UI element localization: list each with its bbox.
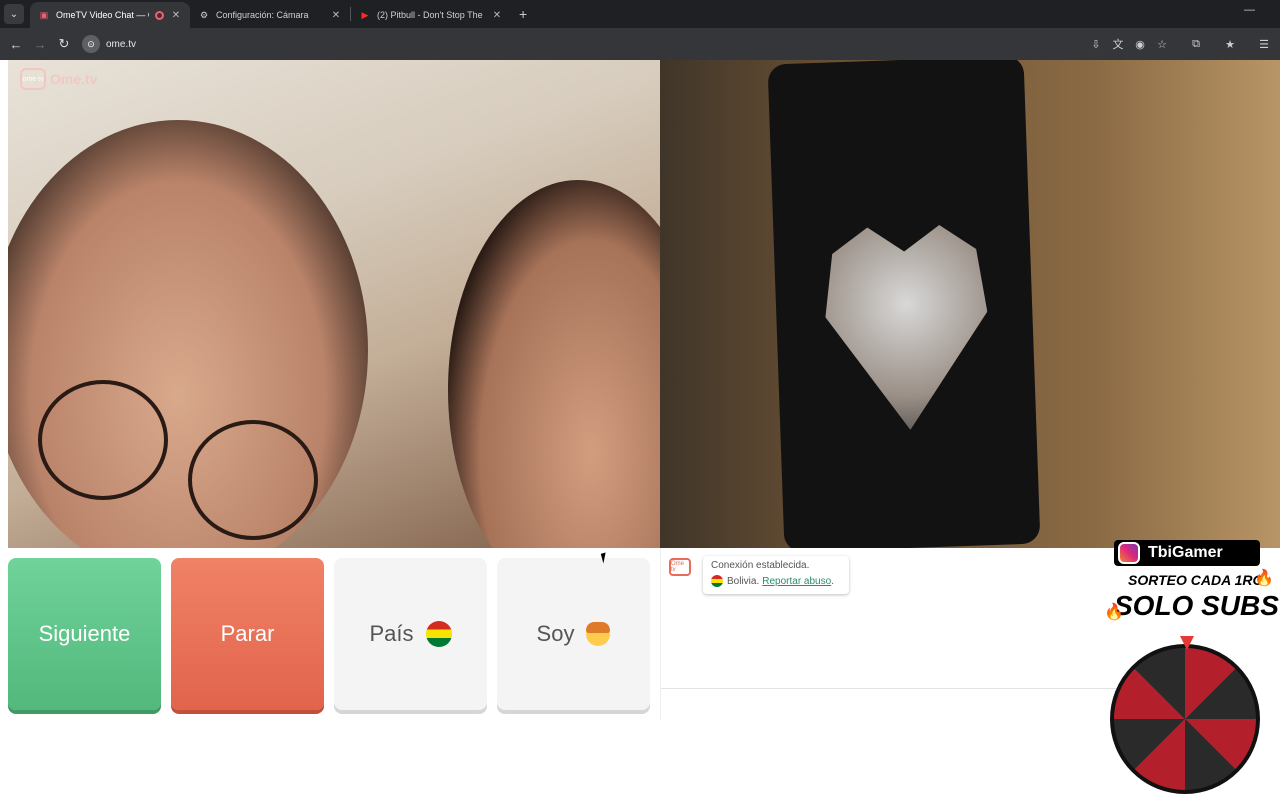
person-right — [448, 180, 660, 548]
tab-title: Configuración: Cámara — [216, 10, 309, 20]
gender-button[interactable]: Soy — [497, 558, 650, 710]
glasses-right — [188, 420, 318, 540]
phone-in-video — [767, 60, 1041, 548]
stream-overlay: TbiGamer SORTEO CADA 1RO 🔥 SOLO SUBS 🔥 — [1104, 540, 1280, 794]
ometv-chat-icon: Ome tv — [669, 558, 691, 576]
local-video: ome tv Ome.tv — [8, 60, 660, 548]
logo-text: Ome.tv — [50, 71, 98, 87]
prize-wheel — [1110, 644, 1260, 794]
translate-icon[interactable]: 文 — [1110, 36, 1126, 52]
tab-title: (2) Pitbull - Don't Stop The Part — [377, 10, 485, 20]
tab-youtube[interactable]: ▶ (2) Pitbull - Don't Stop The Part ✕ — [351, 2, 511, 28]
boy-face-icon — [586, 622, 611, 646]
recording-icon — [155, 10, 164, 20]
gear-icon: ⚙ — [199, 9, 209, 20]
install-icon[interactable]: ⇩ — [1088, 36, 1104, 52]
eye-off-icon[interactable]: ◉ — [1132, 36, 1148, 52]
ometv-favicon-icon: ▣ — [39, 9, 49, 20]
tab-camera-settings[interactable]: ⚙ Configuración: Cámara ✕ — [190, 2, 350, 28]
bookmarks-icon[interactable]: ★ — [1222, 36, 1238, 52]
forward-icon[interactable]: → — [28, 37, 52, 52]
country-button[interactable]: País — [334, 558, 487, 710]
close-tab-icon[interactable]: ✕ — [330, 10, 342, 21]
tab-bar: ⌄ ▣ OmeTV Video Chat — Ome ✕ ⚙ Configura… — [0, 0, 1280, 28]
back-icon[interactable]: ← — [4, 37, 28, 52]
promo-line-1: SORTEO CADA 1RO — [1128, 572, 1264, 588]
close-tab-icon[interactable]: ✕ — [491, 10, 503, 21]
country-label: País — [369, 621, 414, 646]
url-text: ome.tv — [106, 38, 137, 50]
wheel-pointer-icon — [1180, 636, 1194, 650]
minimize-icon[interactable]: — — [1244, 4, 1255, 16]
report-suffix: . — [831, 575, 834, 587]
site-info-icon[interactable]: ⊙ — [82, 35, 100, 53]
toolbar-icons: ⇩ 文 ◉ ☆ ⧉ ★ ☰ — [1088, 28, 1272, 60]
tv-icon: ome tv — [20, 68, 46, 90]
country-name: Bolivia. — [727, 575, 760, 587]
glasses-left — [38, 380, 168, 500]
star-icon[interactable]: ☆ — [1154, 36, 1170, 52]
system-message: Conexión establecida. Bolivia. Reportar … — [703, 556, 849, 594]
instagram-handle: TbiGamer — [1148, 544, 1223, 561]
next-button[interactable]: Siguiente — [8, 558, 161, 710]
stop-label: Parar — [220, 621, 275, 646]
gender-label: Soy — [536, 621, 575, 646]
bolivia-flag-icon — [711, 575, 723, 587]
heart-photo — [813, 217, 1000, 433]
address-bar: ← → ↻ ⊙ ome.tv ⇩ 文 ◉ ☆ ⧉ ★ ☰ — [0, 28, 1280, 60]
fire-icon: 🔥 — [1104, 604, 1124, 621]
next-label: Siguiente — [38, 621, 131, 646]
tab-ometv[interactable]: ▣ OmeTV Video Chat — Ome ✕ — [30, 2, 190, 28]
instagram-badge: TbiGamer — [1114, 540, 1260, 566]
ometv-logo: ome tv Ome.tv — [20, 68, 97, 90]
remote-video — [660, 60, 1280, 548]
menu-icon[interactable]: ☰ — [1256, 36, 1272, 52]
extensions-icon[interactable]: ⧉ — [1188, 36, 1204, 52]
close-tab-icon[interactable]: ✕ — [170, 10, 182, 21]
fire-icon: 🔥 — [1254, 570, 1274, 587]
tab-title: OmeTV Video Chat — Ome — [56, 10, 149, 20]
connection-status: Conexión establecida. — [711, 560, 810, 571]
report-abuse-link[interactable]: Reportar abuso — [762, 576, 831, 587]
chat-input-area[interactable] — [661, 688, 1121, 714]
youtube-icon: ▶ — [361, 9, 369, 20]
instagram-icon — [1118, 542, 1140, 564]
url-field[interactable]: ⊙ ome.tv — [82, 35, 136, 53]
tab-search-icon[interactable]: ⌄ — [4, 4, 24, 24]
promo-line-2: SOLO SUBS — [1114, 590, 1279, 621]
new-tab-icon[interactable]: + — [519, 6, 527, 22]
reload-icon[interactable]: ↻ — [52, 36, 76, 52]
bolivia-flag-icon — [425, 621, 452, 647]
stop-button[interactable]: Parar — [171, 558, 324, 710]
